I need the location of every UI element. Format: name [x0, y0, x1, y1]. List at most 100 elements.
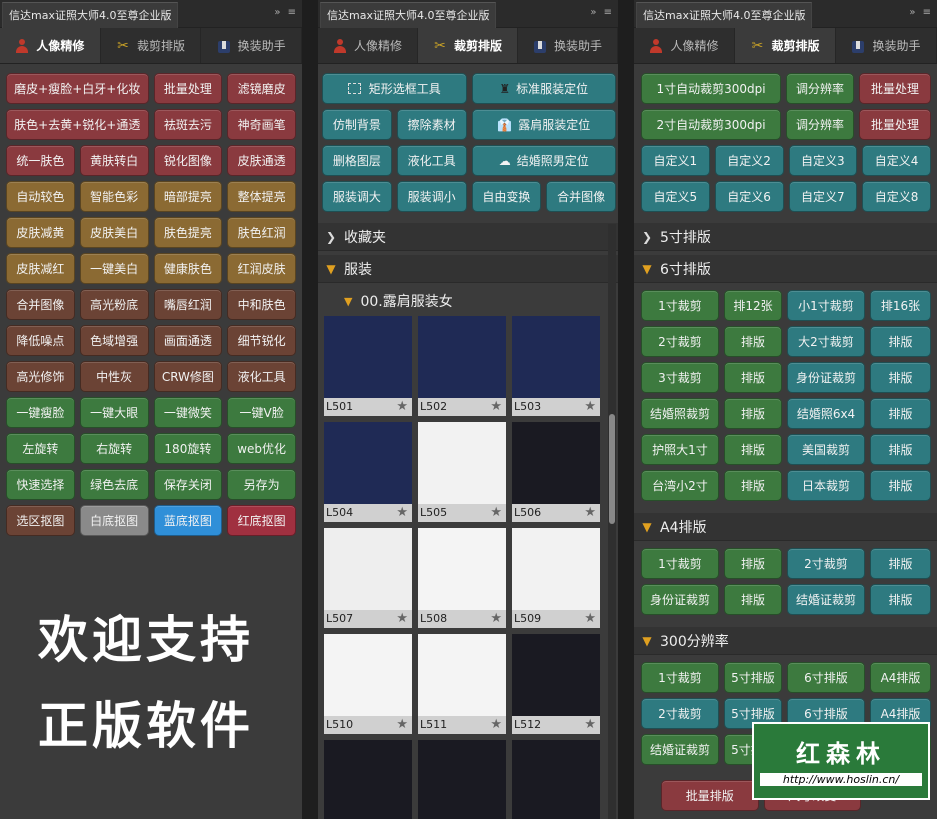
layout-button[interactable]: 5寸排版: [724, 662, 782, 693]
batch-process-button[interactable]: 批量处理: [859, 109, 931, 140]
tab-portrait[interactable]: 人像精修: [318, 28, 418, 63]
layout-button[interactable]: 排12张: [724, 290, 782, 321]
batch-process-button[interactable]: 批量处理: [859, 73, 931, 104]
custom-preset-button[interactable]: 自定义3: [788, 145, 858, 176]
star-icon[interactable]: ★: [396, 611, 408, 627]
layout-button[interactable]: 3寸裁剪: [641, 362, 719, 393]
layout-button[interactable]: 排版: [870, 398, 931, 429]
outfit-thumbnail[interactable]: L501 ★: [324, 316, 412, 416]
portrait-tool-button[interactable]: 黄肤转白: [79, 145, 149, 176]
portrait-tool-button[interactable]: 合并图像: [6, 289, 75, 320]
star-icon[interactable]: ★: [584, 717, 596, 733]
star-icon[interactable]: ★: [396, 399, 408, 415]
layout-button[interactable]: 日本裁剪: [787, 470, 865, 501]
favorites-section[interactable]: ❯ 收藏夹: [318, 223, 618, 251]
star-icon[interactable]: ★: [490, 399, 502, 415]
outfit-thumbnail[interactable]: [418, 740, 506, 819]
panel-menu-icon[interactable]: » ≡: [909, 7, 933, 18]
offshoulder-outfit-button[interactable]: 👔 露肩服装定位: [471, 109, 616, 140]
portrait-tool-button[interactable]: 降低噪点: [6, 325, 75, 356]
custom-preset-button[interactable]: 自定义7: [788, 181, 858, 212]
portrait-tool-button[interactable]: 自动较色: [6, 181, 75, 212]
shrink-outfit-button[interactable]: 服装调小: [396, 181, 467, 212]
portrait-tool-button[interactable]: 滤镜磨皮: [227, 73, 296, 104]
panel-title[interactable]: 信达max证照大师4.0至尊企业版: [320, 2, 497, 28]
outfit-thumbnail[interactable]: L505 ★: [418, 422, 506, 522]
layout-button[interactable]: 6寸排版: [787, 662, 865, 693]
layout-button[interactable]: A4排版: [870, 662, 931, 693]
portrait-tool-button[interactable]: 一键瘦脸: [6, 397, 75, 428]
star-icon[interactable]: ★: [490, 505, 502, 521]
portrait-tool-button[interactable]: 锐化图像: [153, 145, 223, 176]
star-icon[interactable]: ★: [396, 505, 408, 521]
layout-button[interactable]: 身份证裁剪: [641, 584, 719, 615]
portrait-tool-button[interactable]: 肤色红润: [227, 217, 296, 248]
tab-crop[interactable]: ✂ 裁剪排版: [735, 28, 836, 63]
section-a4[interactable]: ▼ A4排版: [634, 513, 937, 541]
portrait-tool-button[interactable]: 一键大眼: [79, 397, 149, 428]
portrait-tool-button[interactable]: 统一肤色: [6, 145, 75, 176]
layout-button[interactable]: 2寸裁剪: [641, 326, 719, 357]
outfit-thumbnail[interactable]: L512 ★: [512, 634, 600, 734]
portrait-tool-button[interactable]: 磨皮+瘦脸+白牙+化妆: [6, 73, 149, 104]
layout-button[interactable]: 结婚照6x4: [787, 398, 865, 429]
scrollbar[interactable]: [608, 224, 616, 819]
layout-button[interactable]: 排版: [724, 326, 782, 357]
outfit-thumbnail[interactable]: L506 ★: [512, 422, 600, 522]
portrait-tool-button[interactable]: 一键微笑: [153, 397, 223, 428]
star-icon[interactable]: ★: [584, 611, 596, 627]
standard-outfit-button[interactable]: ♜ 标准服装定位: [471, 73, 616, 104]
custom-preset-button[interactable]: 自定义1: [641, 145, 710, 176]
star-icon[interactable]: ★: [584, 399, 596, 415]
custom-preset-button[interactable]: 自定义8: [862, 181, 931, 212]
layout-button[interactable]: 排16张: [870, 290, 931, 321]
portrait-tool-button[interactable]: 细节锐化: [227, 325, 296, 356]
layout-button[interactable]: 排版: [724, 362, 782, 393]
portrait-tool-button[interactable]: 肤色提亮: [153, 217, 223, 248]
portrait-tool-button[interactable]: 中性灰: [79, 361, 149, 392]
layout-button[interactable]: 结婚照裁剪: [641, 398, 719, 429]
offshoulder-female-folder[interactable]: ▼ 00.露肩服装女: [318, 287, 606, 315]
layout-button[interactable]: 排版: [724, 548, 782, 579]
outfit-thumbnail[interactable]: L510 ★: [324, 634, 412, 734]
portrait-tool-button[interactable]: 左旋转: [6, 433, 75, 464]
merge-image-button[interactable]: 合并图像: [546, 181, 616, 212]
layout-button[interactable]: 美国裁剪: [787, 434, 865, 465]
panel-menu-icon[interactable]: » ≡: [274, 7, 298, 18]
custom-preset-button[interactable]: 自定义6: [714, 181, 784, 212]
portrait-tool-button[interactable]: 画面通透: [153, 325, 223, 356]
layout-button[interactable]: 排版: [870, 434, 931, 465]
portrait-tool-button[interactable]: 肤色+去黄+锐化+通透: [6, 109, 149, 140]
portrait-tool-button[interactable]: 一键V脸: [227, 397, 296, 428]
star-icon[interactable]: ★: [490, 611, 502, 627]
portrait-tool-button[interactable]: 批量处理: [153, 73, 223, 104]
layout-button[interactable]: 排版: [870, 584, 931, 615]
tab-crop[interactable]: ✂ 裁剪排版: [418, 28, 518, 63]
portrait-tool-button[interactable]: 皮肤通透: [227, 145, 296, 176]
portrait-tool-button[interactable]: 红润皮肤: [227, 253, 296, 284]
layout-button[interactable]: 2寸裁剪: [787, 548, 865, 579]
tab-outfit[interactable]: 换装助手: [518, 28, 618, 63]
custom-preset-button[interactable]: 自定义4: [862, 145, 931, 176]
tab-crop[interactable]: ✂ 裁剪排版: [101, 28, 202, 63]
panel-menu-icon[interactable]: » ≡: [590, 7, 614, 18]
layout-button[interactable]: 排版: [870, 326, 931, 357]
portrait-tool-button[interactable]: 皮肤减黄: [6, 217, 75, 248]
portrait-tool-button[interactable]: 液化工具: [227, 361, 296, 392]
tab-outfit[interactable]: 换装助手: [201, 28, 302, 63]
portrait-tool-button[interactable]: 右旋转: [79, 433, 149, 464]
section-5inch[interactable]: ❯ 5寸排版: [634, 223, 937, 251]
portrait-tool-button[interactable]: 保存关闭: [153, 469, 223, 500]
clothing-section[interactable]: ▼ 服装: [318, 255, 618, 283]
custom-preset-button[interactable]: 自定义2: [714, 145, 784, 176]
portrait-tool-button[interactable]: 高光修饰: [6, 361, 75, 392]
layout-button[interactable]: 结婚证裁剪: [641, 734, 719, 765]
portrait-tool-button[interactable]: 一键美白: [79, 253, 149, 284]
outfit-thumbnail[interactable]: L503 ★: [512, 316, 600, 416]
auto-crop-2inch-button[interactable]: 2寸自动裁剪300dpi: [641, 109, 781, 140]
outfit-thumbnail[interactable]: L507 ★: [324, 528, 412, 628]
free-transform-button[interactable]: 自由变换: [471, 181, 542, 212]
portrait-tool-button[interactable]: 高光粉底: [79, 289, 149, 320]
layout-button[interactable]: 排版: [724, 398, 782, 429]
star-icon[interactable]: ★: [396, 717, 408, 733]
